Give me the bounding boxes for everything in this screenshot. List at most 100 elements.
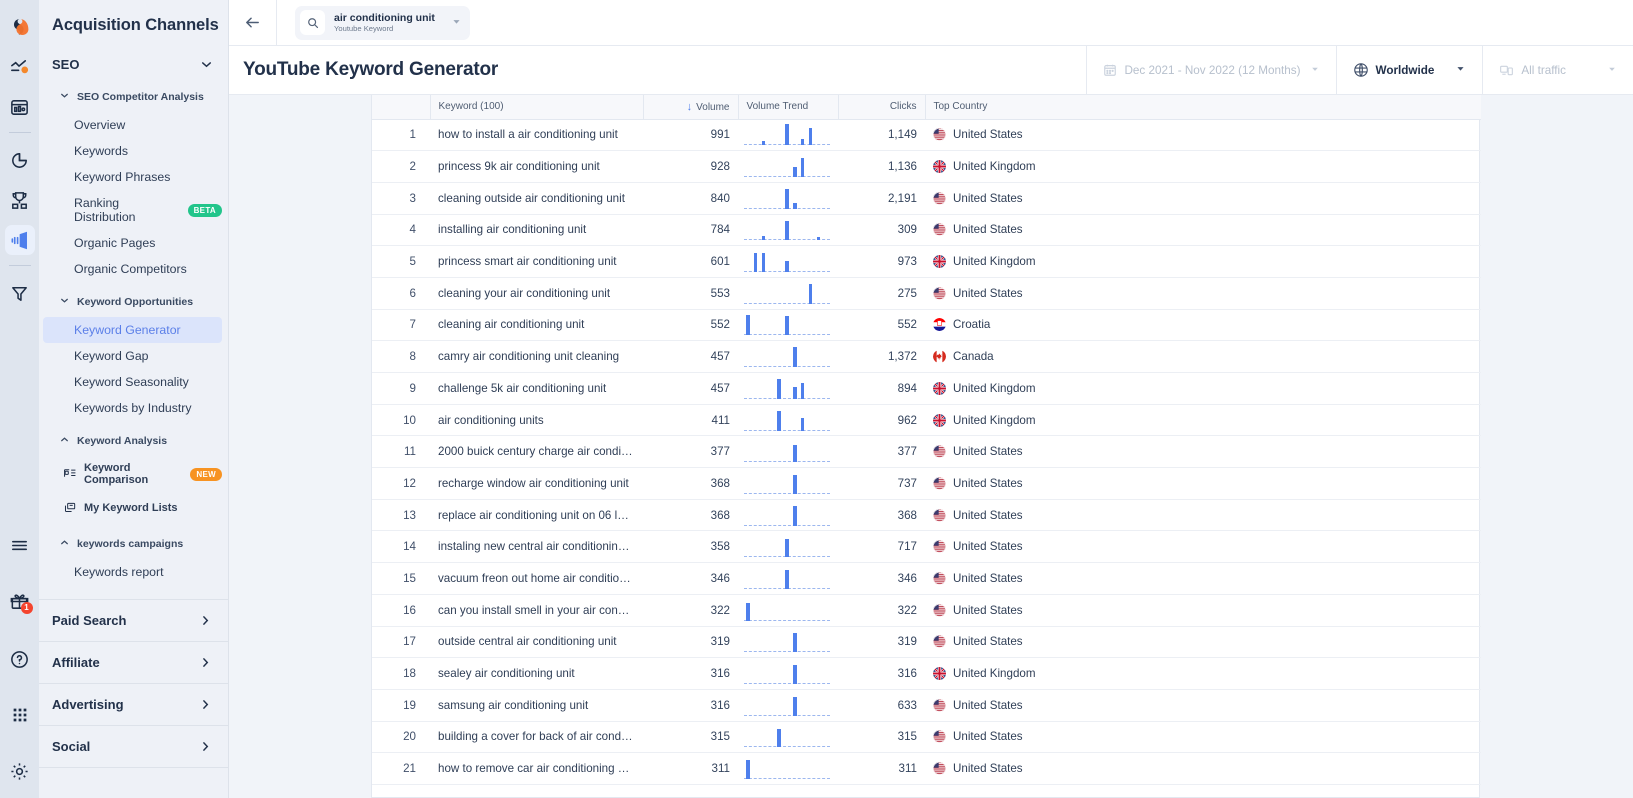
flag-icon-us	[933, 128, 946, 142]
column-header-top-country[interactable]: Top Country	[924, 95, 1481, 120]
row-keyword[interactable]: replace air conditioning unit on 06 lexu…	[430, 499, 643, 532]
column-header-clicks[interactable]: Clicks	[837, 95, 925, 120]
table-row[interactable]: 14 instaling new central air conditioning…	[372, 530, 1481, 564]
row-keyword[interactable]: outside central air conditioning unit	[430, 626, 643, 659]
sparkline-baseline	[744, 366, 830, 368]
column-header-volume[interactable]: ↓ Volume	[642, 95, 738, 120]
row-keyword[interactable]: recharge window air conditioning unit	[430, 467, 643, 500]
table-row[interactable]: 2 princess 9k air conditioning unit 928 1,1…	[372, 150, 1481, 183]
sidebar-item-keyword-comparison[interactable]: Keyword Comparison NEW	[43, 456, 222, 492]
row-keyword[interactable]: princess 9k air conditioning unit	[430, 150, 643, 183]
table-row[interactable]: 5 princess smart air conditioning unit 601…	[372, 245, 1481, 278]
row-keyword[interactable]: can you install smell in your air condit…	[430, 594, 643, 627]
table-row[interactable]: 17 outside central air conditioning unit 3…	[372, 626, 1481, 659]
table-row[interactable]: 6 cleaning your air conditioning unit 553 2…	[372, 277, 1481, 310]
megaphone-campaign-icon[interactable]	[4, 225, 35, 255]
sidebar-item-overview[interactable]: Overview	[43, 112, 222, 138]
region-selector[interactable]: Worldwide	[1335, 45, 1483, 95]
row-keyword[interactable]: building a cover for back of air conditi…	[430, 721, 643, 754]
row-keyword[interactable]: cleaning outside air conditioning unit	[430, 182, 643, 215]
trophy-ranking-icon[interactable]	[5, 185, 35, 215]
dashboard-report-icon[interactable]	[5, 92, 35, 122]
row-keyword[interactable]: vacuum freon out home air conditioning u…	[430, 562, 643, 595]
brand-logo-icon[interactable]	[5, 12, 35, 42]
sidebar-group-seo-competitor-analysis[interactable]: SEO Competitor Analysis	[39, 82, 228, 112]
row-keyword[interactable]: cleaning air conditioning unit	[430, 309, 643, 342]
gift-icon[interactable]: 1	[5, 586, 35, 616]
flag-icon-us	[933, 286, 946, 300]
sidebar-group-keyword-opportunities[interactable]: Keyword Opportunities	[39, 287, 228, 317]
row-keyword[interactable]: instaling new central air conditioning u…	[430, 530, 643, 564]
table-row[interactable]: 16 can you install smell in your air cond…	[372, 594, 1481, 627]
row-keyword[interactable]: challenge 5k air conditioning unit	[430, 372, 643, 405]
sidebar-item-my-keyword-lists[interactable]: My Keyword Lists	[43, 495, 222, 521]
sidebar-item-keywords-report[interactable]: Keywords report	[43, 559, 222, 585]
row-keyword[interactable]: princess smart air conditioning unit	[430, 245, 643, 278]
column-header-keyword[interactable]: Keyword (100)	[429, 95, 643, 120]
row-keyword[interactable]: how to remove car air conditioning unit	[430, 752, 643, 785]
sidebar-section-affiliate[interactable]: Affiliate	[39, 642, 228, 684]
sidebar-item-label: Keyword Phrases	[74, 170, 171, 184]
table-row[interactable]: 1 how to install a air conditioning unit 9…	[372, 119, 1481, 152]
row-keyword[interactable]: how to install a air conditioning unit	[430, 119, 643, 152]
row-clicks: 275	[838, 277, 925, 310]
table-row[interactable]: 8 camry air conditioning unit cleaning 457…	[372, 340, 1481, 373]
sidebar-group-label: Keyword Opportunities	[77, 296, 194, 308]
help-circle-icon[interactable]	[5, 644, 35, 674]
table-row[interactable]: 3 cleaning outside air conditioning unit 8…	[372, 182, 1481, 215]
sparkline-bar	[761, 141, 766, 146]
sidebar-group-keyword-analysis[interactable]: Keyword Analysis	[39, 426, 228, 456]
chevron-down-icon[interactable]	[451, 14, 462, 32]
row-keyword[interactable]: 2000 buick century charge air conditioni…	[430, 435, 643, 469]
table-row[interactable]: 4 installing air conditioning unit 784 309 U…	[372, 214, 1481, 247]
row-keyword[interactable]: samsung air conditioning unit	[430, 689, 643, 722]
sidebar-item-keyword-phrases[interactable]: Keyword Phrases	[43, 164, 222, 190]
table-row[interactable]: 12 recharge window air conditioning unit 3…	[372, 467, 1481, 500]
pie-chart-icon[interactable]	[5, 145, 35, 175]
funnel-filter-icon[interactable]	[5, 278, 35, 308]
sidebar-section-social[interactable]: Social	[39, 726, 228, 768]
apps-grid-icon[interactable]	[5, 700, 35, 730]
sidebar-item-organic-competitors[interactable]: Organic Competitors	[43, 256, 222, 282]
table-row[interactable]: 18 sealey air conditioning unit 316 316 Unit…	[372, 657, 1481, 690]
table-row[interactable]: 20 building a cover for back of air condi…	[372, 721, 1481, 754]
hamburger-menu-icon[interactable]	[5, 530, 35, 560]
chevron-down-icon	[199, 57, 214, 72]
sidebar-section-paid-search[interactable]: Paid Search	[39, 600, 228, 642]
country-label: Canada	[953, 350, 994, 364]
table-row[interactable]: 15 vacuum freon out home air conditioning…	[372, 562, 1481, 595]
volume-trend-sparkline	[744, 343, 830, 370]
table-row[interactable]: 11 2000 buick century charge air conditio…	[372, 435, 1481, 469]
sidebar-item-organic-pages[interactable]: Organic Pages	[43, 230, 222, 256]
settings-gear-icon[interactable]	[5, 756, 35, 786]
back-button[interactable]	[229, 0, 277, 46]
row-keyword[interactable]: sealey air conditioning unit	[430, 657, 643, 690]
sparkline-bar	[777, 411, 781, 431]
row-keyword[interactable]: installing air conditioning unit	[430, 214, 643, 247]
table-row[interactable]: 7 cleaning air conditioning unit 552 552 Cro…	[372, 309, 1481, 342]
sidebar-item-keyword-gap[interactable]: Keyword Gap	[43, 343, 222, 369]
sidebar-item-keywords-by-industry[interactable]: Keywords by Industry	[43, 395, 222, 421]
table-row[interactable]: 19 samsung air conditioning unit 316 633 Uni…	[372, 689, 1481, 722]
table-row[interactable]: 21 how to remove car air conditioning uni…	[372, 752, 1481, 785]
table-row[interactable]: 9 challenge 5k air conditioning unit 457 89…	[372, 372, 1481, 405]
sidebar-section-advertising[interactable]: Advertising	[39, 684, 228, 726]
sidebar-group-keywords-campaigns[interactable]: keywords campaigns	[39, 529, 228, 559]
traffic-selector[interactable]: All traffic	[1482, 45, 1633, 95]
column-header-volume-trend[interactable]: Volume Trend	[737, 95, 838, 120]
sidebar-item-ranking-distribution[interactable]: Ranking Distribution BETA	[43, 190, 222, 230]
sparkline-bar	[746, 602, 750, 621]
row-keyword[interactable]: air conditioning units	[430, 404, 643, 437]
row-keyword[interactable]: camry air conditioning unit cleaning	[430, 340, 643, 373]
date-range-picker[interactable]: Dec 2021 - Nov 2022 (12 Months)	[1086, 45, 1335, 95]
analytics-trend-icon[interactable]	[5, 52, 35, 82]
sidebar-item-keyword-seasonality[interactable]: Keyword Seasonality	[43, 369, 222, 395]
search-input[interactable]: air conditioning unit Youtube Keyword	[295, 5, 470, 40]
sidebar-item-keywords[interactable]: Keywords	[43, 138, 222, 164]
row-keyword[interactable]: cleaning your air conditioning unit	[430, 277, 643, 310]
sparkline-baseline	[744, 651, 830, 653]
sidebar-item-keyword-generator[interactable]: Keyword Generator	[43, 317, 222, 343]
table-row[interactable]: 10 air conditioning units 411 962 United Kin…	[372, 404, 1481, 437]
sidebar-seo-toggle[interactable]: SEO	[39, 35, 228, 82]
table-row[interactable]: 13 replace air conditioning unit on 06 le…	[372, 499, 1481, 532]
